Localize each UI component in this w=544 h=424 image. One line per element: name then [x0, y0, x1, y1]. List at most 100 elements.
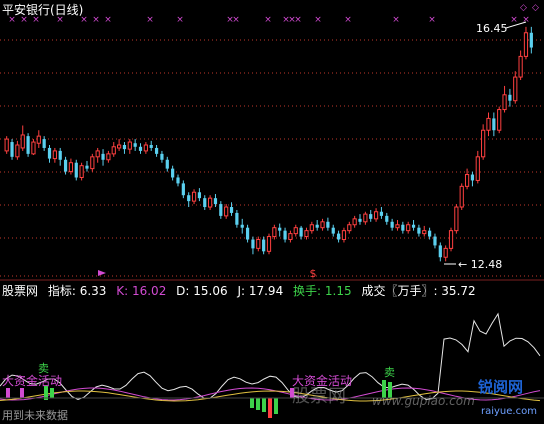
candle-body	[464, 174, 470, 187]
signal-bar	[50, 388, 54, 398]
x-marker: ×	[294, 15, 302, 25]
source-name: 股票网	[2, 284, 39, 298]
candle-body	[352, 218, 357, 226]
candle-body	[256, 239, 261, 249]
x-marker: ×	[176, 15, 184, 25]
candle-body	[428, 230, 432, 237]
candle-body	[417, 227, 421, 234]
candle-body	[320, 221, 325, 229]
dollar-marker: $	[310, 267, 317, 280]
candle-body	[20, 134, 25, 149]
candle-body	[454, 206, 459, 232]
candle-body	[42, 139, 46, 148]
candle-body	[347, 224, 352, 232]
x-marker: ×	[146, 15, 154, 25]
candle-body	[406, 224, 411, 232]
candle-body	[74, 162, 78, 178]
arrow-marker	[98, 270, 106, 276]
indicator-value: 指标: 6.33	[47, 284, 107, 298]
watermark-url: www.gupiao.com	[372, 394, 475, 408]
candle-body	[288, 233, 293, 241]
candle-body	[513, 76, 518, 102]
candle-body	[229, 207, 234, 213]
x-marker: ×	[344, 15, 352, 25]
candle-body	[10, 142, 14, 157]
diamond-icon: ◇	[532, 3, 539, 13]
candle-body	[36, 135, 41, 144]
candle-body	[58, 150, 62, 160]
candle-body	[395, 224, 400, 229]
candle-body	[283, 230, 287, 240]
candle-body	[187, 195, 191, 202]
diamond-icon: ◇	[520, 3, 527, 13]
candle-body	[401, 224, 405, 231]
candle-body	[26, 136, 30, 154]
candle-body	[111, 146, 116, 155]
candle-body	[390, 221, 394, 228]
candle-body	[68, 162, 74, 173]
candle-body	[373, 211, 379, 220]
candle-body	[443, 247, 448, 258]
x-marker: ×	[522, 15, 530, 25]
d-value: D: 15.06	[176, 284, 228, 298]
candle-body	[262, 239, 266, 252]
signal-bar	[256, 398, 260, 410]
stock-chart: × × × × × × × × × ×× × ××× × × × × × × $	[0, 15, 544, 418]
top-x-markers: × × × × × × × × × ×× × ××× × × × × × ×	[8, 15, 530, 25]
signal-bar	[274, 398, 278, 414]
candle-body	[529, 32, 533, 48]
candle-body	[171, 168, 175, 178]
candle-body	[438, 245, 442, 258]
candle-body	[293, 227, 298, 235]
candle-body	[235, 212, 239, 225]
candle-body	[369, 214, 373, 219]
candle-body	[52, 150, 57, 160]
x-marker: ×	[510, 15, 518, 25]
candle-body	[213, 198, 218, 205]
candle-body	[208, 197, 213, 208]
candle-body	[191, 191, 197, 202]
candle-body	[272, 227, 277, 238]
candle-body	[4, 138, 9, 152]
k-value: K: 16.02	[116, 284, 167, 298]
candle-body	[475, 156, 480, 181]
candle-body	[309, 224, 314, 232]
low-price-value: 12.48	[470, 258, 503, 271]
candle-body	[470, 174, 475, 181]
candle-body	[481, 129, 486, 158]
candle-body	[411, 224, 416, 228]
turnover-value: 换手: 1.15	[293, 284, 352, 298]
candle-body	[154, 147, 159, 154]
price-gridlines	[0, 39, 544, 281]
candle-body	[95, 150, 100, 158]
candle-body	[523, 32, 529, 57]
candle-body	[433, 236, 437, 246]
candle-body	[116, 144, 122, 149]
future-data-note: 用到未来数据	[2, 409, 68, 422]
capital-activity-label: 大资金活动	[2, 374, 63, 388]
window-title: 平安银行(日线)	[2, 3, 84, 17]
candle-body	[176, 177, 180, 184]
candle-body	[331, 227, 335, 234]
j-value: J: 17.94	[237, 284, 284, 298]
k-line	[0, 312, 541, 401]
candle-body	[181, 183, 185, 196]
signal-bar	[268, 398, 272, 418]
high-price-label: 16.45	[476, 22, 508, 35]
candle-body	[266, 236, 272, 252]
signal-bar	[6, 388, 10, 398]
candle-body	[278, 227, 282, 231]
candlestick-series: $	[4, 21, 533, 280]
signal-bar	[250, 398, 254, 408]
candle-body	[133, 143, 137, 147]
sell-signal: 卖	[38, 362, 49, 375]
x-marker: ×	[92, 15, 100, 25]
candle-body	[138, 146, 143, 151]
candle-body	[90, 156, 95, 170]
candle-body	[15, 144, 20, 158]
x-marker: ×	[264, 15, 272, 25]
x-marker: ×	[392, 15, 400, 25]
low-price-label: ← 12.48	[458, 258, 503, 271]
sell-signal: 卖	[384, 366, 395, 379]
candle-body	[497, 109, 502, 131]
